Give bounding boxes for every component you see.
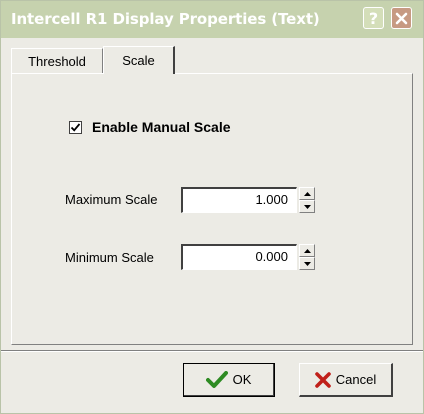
close-icon	[395, 12, 408, 24]
maximum-scale-label: Maximum Scale	[65, 192, 158, 207]
help-button[interactable]: ?	[363, 7, 384, 29]
cancel-button[interactable]: Cancel	[299, 363, 393, 397]
minimum-scale-input[interactable]: 0.000	[181, 244, 297, 270]
enable-manual-scale-label: Enable Manual Scale	[92, 119, 231, 135]
tab-strip: Threshold Scale	[11, 46, 421, 74]
maximum-scale-spin-down[interactable]	[299, 200, 315, 213]
title-bar[interactable]: Intercell R1 Display Properties (Text) ?	[1, 1, 423, 38]
green-check-icon	[205, 370, 228, 389]
checkmark-icon	[70, 122, 81, 132]
minimum-scale-label: Minimum Scale	[65, 250, 154, 265]
spin-down-arrow-icon	[303, 204, 311, 209]
checkbox-box[interactable]	[69, 120, 82, 134]
minimum-scale-spin-up[interactable]	[299, 244, 315, 257]
spin-up-arrow-icon	[303, 248, 311, 253]
minimum-scale-spin-down[interactable]	[299, 257, 315, 270]
maximum-scale-spin-up[interactable]	[299, 187, 315, 200]
help-icon: ?	[368, 8, 379, 28]
cancel-button-label: Cancel	[335, 372, 377, 387]
dialog-window: Intercell R1 Display Properties (Text) ?…	[0, 0, 424, 414]
spin-up-arrow-icon	[303, 191, 311, 196]
red-x-icon	[314, 371, 331, 388]
tab-threshold[interactable]: Threshold	[11, 48, 103, 73]
tab-scale[interactable]: Scale	[103, 46, 175, 74]
enable-manual-scale-checkbox[interactable]: Enable Manual Scale	[69, 118, 231, 136]
ok-button[interactable]: OK	[183, 363, 275, 397]
button-area-divider	[1, 350, 423, 352]
ok-button-label: OK	[232, 372, 252, 387]
tab-threshold-label: Threshold	[28, 53, 86, 69]
maximum-scale-spinner[interactable]	[299, 187, 315, 213]
minimum-scale-spinner[interactable]	[299, 244, 315, 270]
maximum-scale-input[interactable]: 1.000	[181, 187, 297, 213]
spin-down-arrow-icon	[303, 261, 311, 266]
tab-scale-label: Scale	[122, 53, 155, 68]
window-title: Intercell R1 Display Properties (Text)	[11, 10, 320, 28]
close-button[interactable]	[391, 7, 412, 29]
